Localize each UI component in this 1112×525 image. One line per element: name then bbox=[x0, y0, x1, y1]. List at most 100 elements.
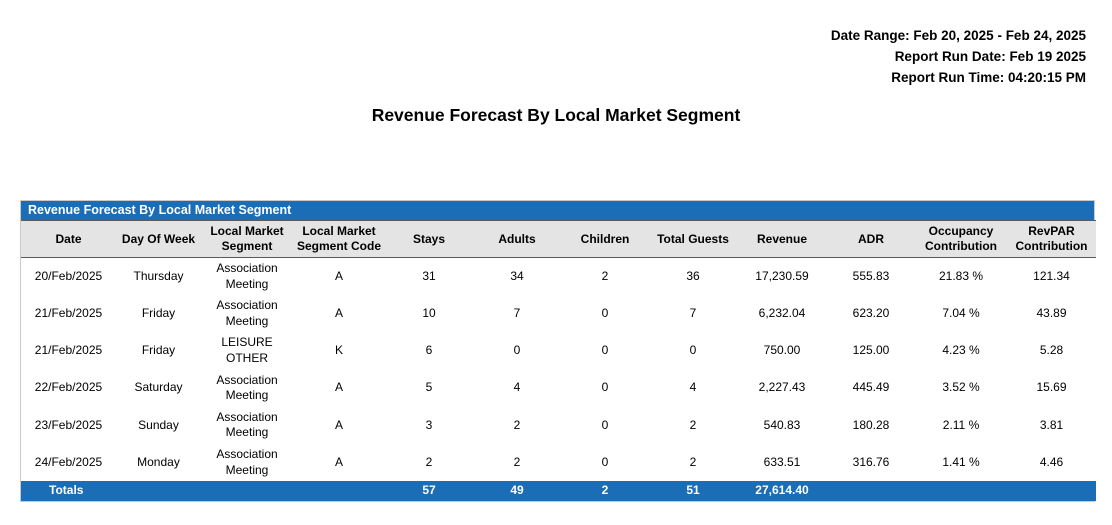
table-cell: 6 bbox=[385, 332, 473, 369]
column-header-row: DateDay Of WeekLocal Market SegmentLocal… bbox=[21, 221, 1096, 258]
table-cell: 2,227.43 bbox=[737, 370, 827, 407]
table-cell: Sunday bbox=[116, 407, 201, 444]
table-cell: 633.51 bbox=[737, 444, 827, 481]
column-header: Occupancy Contribution bbox=[915, 221, 1007, 258]
table-cell: 2 bbox=[561, 258, 649, 296]
table-cell: 3 bbox=[385, 407, 473, 444]
table-cell: 3.81 bbox=[1007, 407, 1096, 444]
table-cell: 22/Feb/2025 bbox=[21, 370, 116, 407]
totals-row: Totals574925127,614.40 bbox=[21, 481, 1096, 501]
column-header: Total Guests bbox=[649, 221, 737, 258]
table-cell: A bbox=[293, 258, 385, 296]
table-cell: 7 bbox=[473, 295, 561, 332]
table-head: DateDay Of WeekLocal Market SegmentLocal… bbox=[21, 221, 1096, 258]
table-cell: 24/Feb/2025 bbox=[21, 444, 116, 481]
table-cell: 1.41 % bbox=[915, 444, 1007, 481]
table-body: 20/Feb/2025ThursdayAssociation MeetingA3… bbox=[21, 258, 1096, 501]
revenue-forecast-table: DateDay Of WeekLocal Market SegmentLocal… bbox=[21, 220, 1096, 501]
table-cell: 21/Feb/2025 bbox=[21, 295, 116, 332]
table-cell: 0 bbox=[561, 444, 649, 481]
table-cell: 3.52 % bbox=[915, 370, 1007, 407]
table-cell: 7 bbox=[649, 295, 737, 332]
table-cell: Thursday bbox=[116, 258, 201, 296]
totals-label: Totals bbox=[21, 481, 116, 501]
column-header: RevPAR Contribution bbox=[1007, 221, 1096, 258]
table-cell: 4 bbox=[649, 370, 737, 407]
totals-cell: 2 bbox=[561, 481, 649, 501]
table-cell: 0 bbox=[561, 407, 649, 444]
table-cell: 6,232.04 bbox=[737, 295, 827, 332]
table-cell: 0 bbox=[561, 295, 649, 332]
table-cell: 43.89 bbox=[1007, 295, 1096, 332]
table-cell: 180.28 bbox=[827, 407, 915, 444]
table-cell: 316.76 bbox=[827, 444, 915, 481]
table-cell: 4 bbox=[473, 370, 561, 407]
table-row: 24/Feb/2025MondayAssociation MeetingA220… bbox=[21, 444, 1096, 481]
table-row: 22/Feb/2025SaturdayAssociation MeetingA5… bbox=[21, 370, 1096, 407]
totals-cell bbox=[201, 481, 293, 501]
totals-cell bbox=[1007, 481, 1096, 501]
table-cell: K bbox=[293, 332, 385, 369]
table-cell: Association Meeting bbox=[201, 407, 293, 444]
totals-cell bbox=[915, 481, 1007, 501]
table-cell: 2.11 % bbox=[915, 407, 1007, 444]
table-cell: 623.20 bbox=[827, 295, 915, 332]
column-header: Children bbox=[561, 221, 649, 258]
table-title-bar: Revenue Forecast By Local Market Segment bbox=[21, 201, 1094, 220]
table-cell: LEISURE OTHER bbox=[201, 332, 293, 369]
table-cell: 540.83 bbox=[737, 407, 827, 444]
table-cell: Monday bbox=[116, 444, 201, 481]
totals-cell bbox=[116, 481, 201, 501]
table-cell: 31 bbox=[385, 258, 473, 296]
table-cell: 2 bbox=[473, 407, 561, 444]
table-cell: 750.00 bbox=[737, 332, 827, 369]
page-title: Revenue Forecast By Local Market Segment bbox=[0, 105, 1112, 126]
table-cell: 0 bbox=[473, 332, 561, 369]
table-row: 21/Feb/2025FridayAssociation MeetingA107… bbox=[21, 295, 1096, 332]
table-cell: Friday bbox=[116, 295, 201, 332]
column-header: Revenue bbox=[737, 221, 827, 258]
table-cell: A bbox=[293, 407, 385, 444]
report-run-time: Report Run Time: 04:20:15 PM bbox=[0, 67, 1086, 88]
table-cell: 0 bbox=[561, 370, 649, 407]
table-cell: 0 bbox=[561, 332, 649, 369]
table-cell: 445.49 bbox=[827, 370, 915, 407]
table-cell: 21.83 % bbox=[915, 258, 1007, 296]
table-row: 23/Feb/2025SundayAssociation MeetingA320… bbox=[21, 407, 1096, 444]
table-cell: 121.34 bbox=[1007, 258, 1096, 296]
table-cell: 2 bbox=[649, 407, 737, 444]
table-cell: Saturday bbox=[116, 370, 201, 407]
table-cell: 4.46 bbox=[1007, 444, 1096, 481]
table-cell: 5 bbox=[385, 370, 473, 407]
report-date-range: Date Range: Feb 20, 2025 - Feb 24, 2025 bbox=[0, 25, 1086, 46]
table-cell: 21/Feb/2025 bbox=[21, 332, 116, 369]
table-cell: A bbox=[293, 295, 385, 332]
column-header: Date bbox=[21, 221, 116, 258]
table-cell: 10 bbox=[385, 295, 473, 332]
table-cell: 34 bbox=[473, 258, 561, 296]
column-header: Day Of Week bbox=[116, 221, 201, 258]
table-cell: 15.69 bbox=[1007, 370, 1096, 407]
table-cell: 555.83 bbox=[827, 258, 915, 296]
table-cell: 2 bbox=[649, 444, 737, 481]
totals-cell bbox=[827, 481, 915, 501]
table-cell: 2 bbox=[473, 444, 561, 481]
table-cell: 20/Feb/2025 bbox=[21, 258, 116, 296]
column-header: Local Market Segment bbox=[201, 221, 293, 258]
table-cell: Association Meeting bbox=[201, 444, 293, 481]
table-row: 20/Feb/2025ThursdayAssociation MeetingA3… bbox=[21, 258, 1096, 296]
table-cell: 5.28 bbox=[1007, 332, 1096, 369]
table-cell: Association Meeting bbox=[201, 258, 293, 296]
table-cell: A bbox=[293, 370, 385, 407]
totals-cell: 27,614.40 bbox=[737, 481, 827, 501]
table-cell: Friday bbox=[116, 332, 201, 369]
report-table-section: Revenue Forecast By Local Market Segment… bbox=[20, 200, 1095, 502]
totals-cell: 51 bbox=[649, 481, 737, 501]
totals-cell bbox=[293, 481, 385, 501]
column-header: Stays bbox=[385, 221, 473, 258]
report-run-date: Report Run Date: Feb 19 2025 bbox=[0, 46, 1086, 67]
table-cell: Association Meeting bbox=[201, 370, 293, 407]
table-cell: 7.04 % bbox=[915, 295, 1007, 332]
table-cell: 17,230.59 bbox=[737, 258, 827, 296]
table-cell: 2 bbox=[385, 444, 473, 481]
